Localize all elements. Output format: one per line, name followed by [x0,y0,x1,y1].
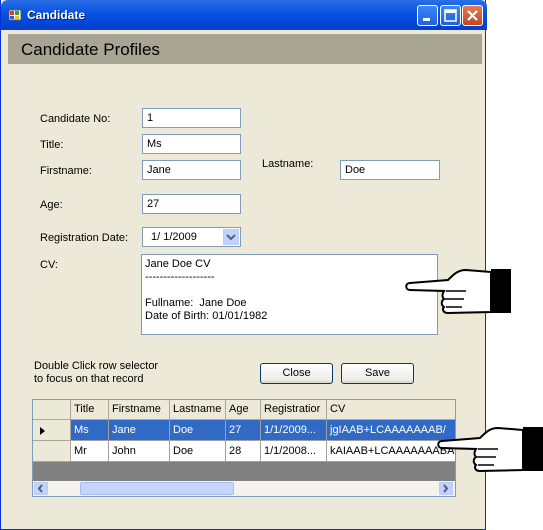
grid-corner-header [33,400,71,420]
page-title: Candidate Profiles [21,40,160,59]
grid-cell[interactable]: 1/1/2009... [261,420,327,441]
window-title: Candidate [27,8,86,22]
grid-cell[interactable]: Doe [170,420,226,441]
close-window-button[interactable] [462,5,483,26]
firstname-field[interactable]: Jane [142,160,241,180]
scroll-left-icon [37,484,43,493]
column-header-registration[interactable]: Registratior [261,400,327,420]
grid-cell[interactable]: John [109,441,170,462]
close-icon [467,10,478,21]
grid-cell[interactable]: Ms [71,420,109,441]
title-field[interactable]: Ms [142,134,241,154]
candidate-grid[interactable]: Title Firstname Lastname Age Registratio… [32,399,456,497]
age-field[interactable]: 27 [142,194,241,214]
row-selector[interactable] [33,420,71,441]
age-label: Age: [40,199,63,211]
row-selector[interactable] [33,441,71,462]
registration-date-picker[interactable]: 1/ 1/2009 [142,227,241,247]
grid-cell[interactable]: Mr [71,441,109,462]
page-header: Candidate Profiles [8,34,482,64]
date-dropdown-button[interactable] [223,229,239,245]
column-header-firstname[interactable]: Firstname [109,400,170,420]
registration-date-label: Registration Date: [40,232,129,244]
scroll-thumb[interactable] [80,482,234,495]
column-header-title[interactable]: Title [71,400,109,420]
minimize-icon [423,18,430,21]
column-header-lastname[interactable]: Lastname [170,400,226,420]
grid-cell[interactable]: Jane [109,420,170,441]
row-pointer-icon [40,427,45,435]
grid-cell[interactable]: Doe [170,441,226,462]
title-bar[interactable]: Candidate [1,0,487,30]
lastname-field[interactable]: Doe [340,160,440,180]
scroll-left-button[interactable] [34,482,48,495]
pointing-hand-icon [437,426,543,473]
horizontal-scrollbar[interactable] [33,481,455,496]
close-button[interactable]: Close [260,363,333,384]
registration-date-value: 1/ 1/2009 [151,231,197,243]
candidate-no-label: Candidate No: [40,113,111,125]
grid-cell[interactable]: 1/1/2008... [261,441,327,462]
column-header-age[interactable]: Age [226,400,261,420]
minimize-button[interactable] [417,5,438,26]
hint-line-1: Double Click row selector [34,360,159,372]
firstname-label: Firstname: [40,165,92,177]
scroll-right-icon [443,484,449,493]
app-icon [8,9,22,21]
maximize-icon [444,9,457,22]
pointing-hand-icon [405,268,511,315]
grid-cell[interactable]: 27 [226,420,261,441]
candidate-no-field[interactable]: 1 [142,108,241,128]
grid-cell[interactable]: 28 [226,441,261,462]
cv-label: CV: [40,259,58,271]
maximize-button[interactable] [440,5,461,26]
scroll-right-button[interactable] [439,482,453,495]
column-header-cv[interactable]: CV [327,400,455,420]
lastname-label: Lastname: [262,158,314,170]
cv-textarea[interactable]: Jane Doe CV ------------------- Fullname… [141,254,438,335]
save-button[interactable]: Save [341,363,414,384]
candidate-window: Candidate Candidate Profiles Candidate N… [0,0,487,530]
title-label: Title: [40,139,64,151]
dropdown-arrow-icon [226,234,236,241]
hint-line-2: to focus on that record [34,373,144,385]
